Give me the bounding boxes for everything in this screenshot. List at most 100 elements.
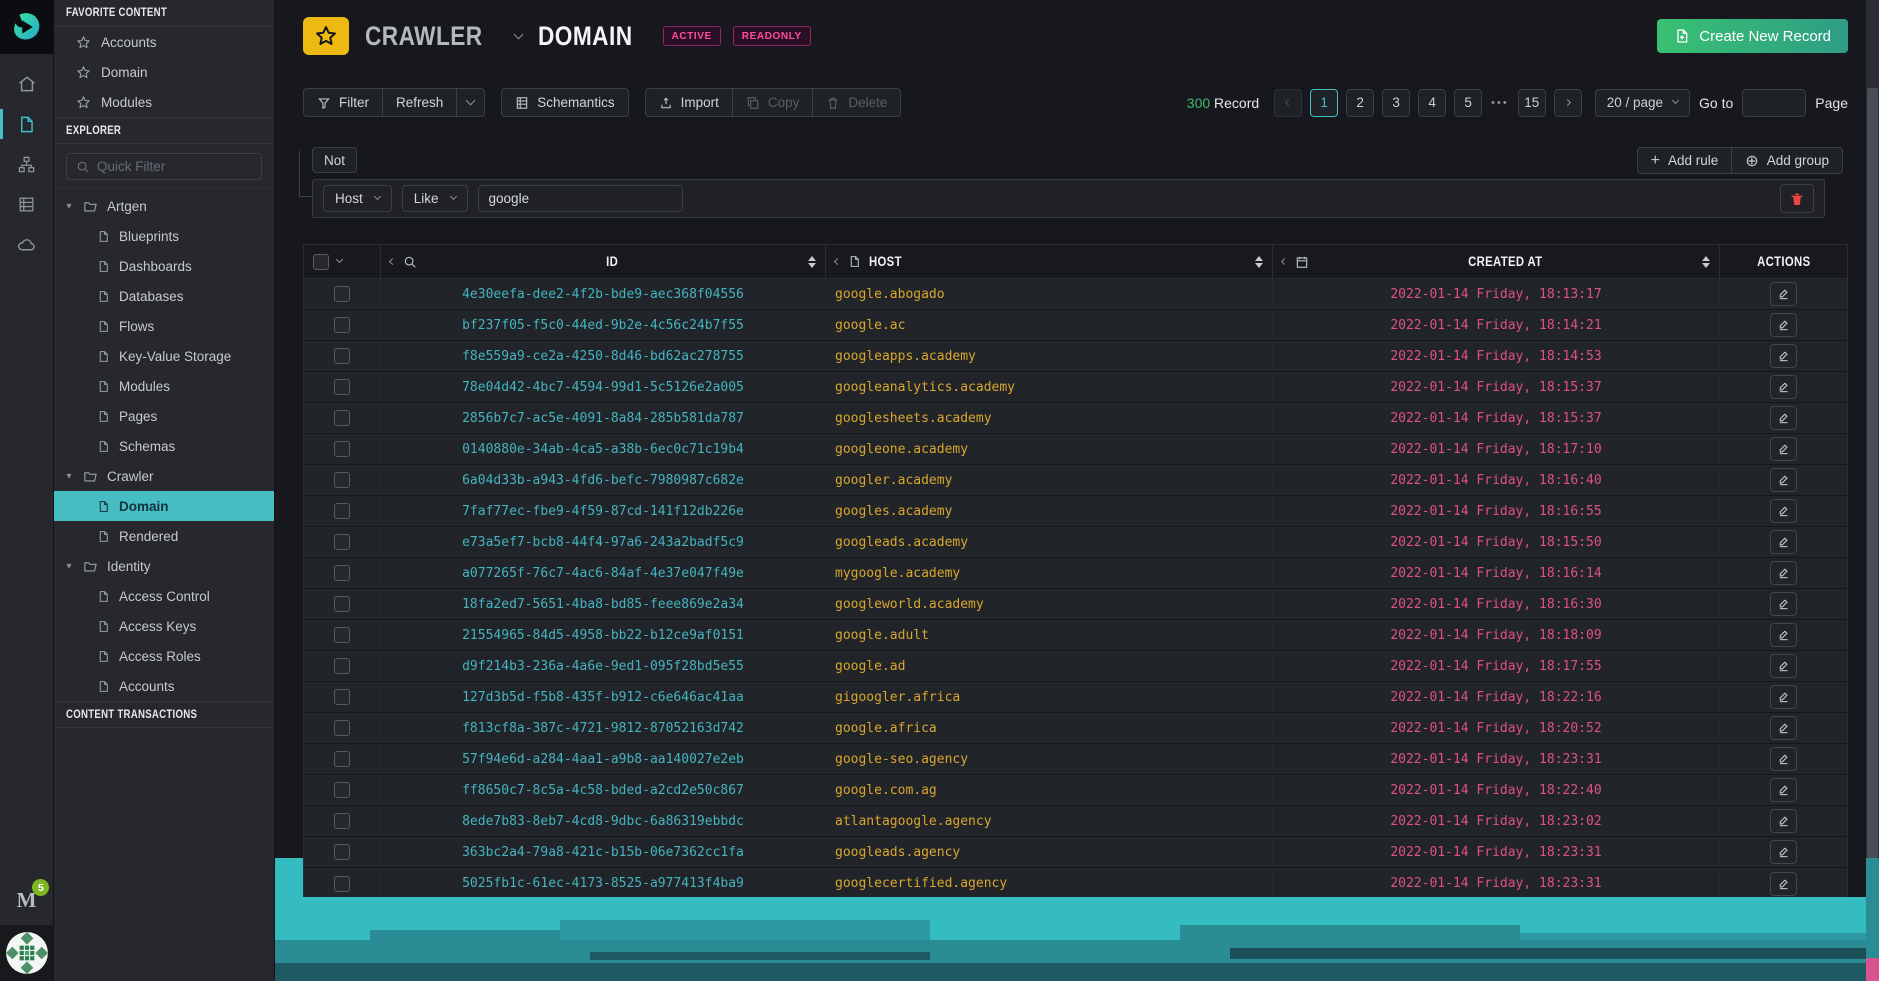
rail-home-icon[interactable] <box>0 64 53 104</box>
chevron-left-icon[interactable] <box>1281 258 1288 265</box>
tree-folder-identity[interactable]: ▾Identity <box>54 551 274 581</box>
caret-down-icon[interactable]: ▾ <box>64 201 74 212</box>
pagination-ellipsis[interactable]: ••• <box>1490 97 1510 109</box>
column-header-id[interactable]: ID <box>381 245 826 278</box>
tree-item-pages[interactable]: Pages <box>54 401 274 431</box>
edit-record-button[interactable] <box>1770 313 1797 337</box>
page-button-4[interactable]: 4 <box>1418 89 1446 117</box>
sort-icon[interactable] <box>808 256 816 268</box>
row-id[interactable]: bf237f05-f5c0-44ed-9b2e-4c56c24b7f55 <box>462 318 744 333</box>
edit-record-button[interactable] <box>1770 592 1797 616</box>
row-checkbox[interactable] <box>334 379 350 395</box>
row-id[interactable]: 21554965-84d5-4958-bb22-b12ce9af0151 <box>462 628 744 643</box>
filter-field-select[interactable]: Host <box>323 185 392 212</box>
tree-item-domain[interactable]: Domain <box>54 491 274 521</box>
tree-item-flows[interactable]: Flows <box>54 311 274 341</box>
row-id[interactable]: 6a04d33b-a943-4fd6-befc-7980987c682e <box>462 473 744 488</box>
row-host[interactable]: googleworld.academy <box>835 597 984 612</box>
edit-record-button[interactable] <box>1770 872 1797 896</box>
edit-record-button[interactable] <box>1770 375 1797 399</box>
row-checkbox[interactable] <box>334 534 350 550</box>
tree-item-access-roles[interactable]: Access Roles <box>54 641 274 671</box>
page-button-3[interactable]: 3 <box>1382 89 1410 117</box>
create-new-record-button[interactable]: Create New Record <box>1657 19 1848 53</box>
favorite-toggle-button[interactable] <box>303 17 349 55</box>
copy-button[interactable]: Copy <box>732 88 814 117</box>
row-host[interactable]: googleads.agency <box>835 845 960 860</box>
add-rule-button[interactable]: +Add rule <box>1637 147 1733 174</box>
tree-item-modules[interactable]: Modules <box>54 371 274 401</box>
row-host[interactable]: google.ac <box>835 318 905 333</box>
chevron-left-icon[interactable] <box>389 258 396 265</box>
row-host[interactable]: google.abogado <box>835 287 945 302</box>
row-host[interactable]: googler.academy <box>835 473 952 488</box>
row-host[interactable]: googleone.academy <box>835 442 968 457</box>
row-host[interactable]: googleanalytics.academy <box>835 380 1015 395</box>
edit-record-button[interactable] <box>1770 778 1797 802</box>
row-id[interactable]: 78e04d42-4bc7-4594-99d1-5c5126e2a005 <box>462 380 744 395</box>
page-button-2[interactable]: 2 <box>1346 89 1374 117</box>
quick-filter-input[interactable] <box>97 159 247 174</box>
page-button-15[interactable]: 15 <box>1518 89 1546 117</box>
filter-button[interactable]: Filter <box>303 88 383 117</box>
favorite-item-accounts[interactable]: Accounts <box>54 27 274 57</box>
row-id[interactable]: d9f214b3-236a-4a6e-9ed1-095f28bd5e55 <box>462 659 744 674</box>
row-id[interactable]: 7faf77ec-fbe9-4f59-87cd-141f12db226e <box>462 504 744 519</box>
tree-item-access-control[interactable]: Access Control <box>54 581 274 611</box>
row-host[interactable]: google.com.ag <box>835 783 937 798</box>
row-checkbox[interactable] <box>334 317 350 333</box>
workspace-m-icon[interactable]: M 5 <box>17 888 37 913</box>
tree-item-access-keys[interactable]: Access Keys <box>54 611 274 641</box>
user-avatar[interactable] <box>6 932 48 974</box>
chevron-left-icon[interactable] <box>834 258 841 265</box>
tree-folder-crawler[interactable]: ▾Crawler <box>54 461 274 491</box>
edit-record-button[interactable] <box>1770 499 1797 523</box>
row-id[interactable]: 18fa2ed7-5651-4ba8-bd85-feee869e2a34 <box>462 597 744 612</box>
row-checkbox[interactable] <box>334 844 350 860</box>
edit-record-button[interactable] <box>1770 530 1797 554</box>
row-id[interactable]: e73a5ef7-bcb8-44f4-97a6-243a2badf5c9 <box>462 535 744 550</box>
delete-button[interactable]: Delete <box>812 88 901 117</box>
column-header-host[interactable]: HOST <box>826 245 1273 278</box>
chevron-down-icon[interactable] <box>336 256 343 263</box>
import-button[interactable]: Import <box>645 88 733 117</box>
page-button-5[interactable]: 5 <box>1454 89 1482 117</box>
row-id[interactable]: 8ede7b83-8eb7-4cd8-9dbc-6a86319ebbdc <box>462 814 744 829</box>
row-id[interactable]: ff8650c7-8c5a-4c58-bded-a2cd2e50c867 <box>462 783 744 798</box>
row-checkbox[interactable] <box>334 627 350 643</box>
row-id[interactable]: 57f94e6d-a284-4aa1-a9b8-aa140027e2eb <box>462 752 744 767</box>
row-checkbox[interactable] <box>334 876 350 892</box>
edit-record-button[interactable] <box>1770 840 1797 864</box>
edit-record-button[interactable] <box>1770 437 1797 461</box>
edit-record-button[interactable] <box>1770 654 1797 678</box>
row-checkbox[interactable] <box>334 503 350 519</box>
row-host[interactable]: googlecertified.agency <box>835 876 1007 891</box>
row-host[interactable]: atlantagoogle.agency <box>835 814 992 829</box>
page-button-1[interactable]: 1 <box>1310 89 1338 117</box>
row-checkbox[interactable] <box>334 472 350 488</box>
row-id[interactable]: 4e30eefa-dee2-4f2b-bde9-aec368f04556 <box>462 287 744 302</box>
row-host[interactable]: googles.academy <box>835 504 952 519</box>
row-checkbox[interactable] <box>334 410 350 426</box>
row-checkbox[interactable] <box>334 286 350 302</box>
row-host[interactable]: google.ad <box>835 659 905 674</box>
sort-icon[interactable] <box>1702 256 1710 268</box>
caret-down-icon[interactable]: ▾ <box>64 471 74 482</box>
edit-record-button[interactable] <box>1770 809 1797 833</box>
row-host[interactable]: googleapps.academy <box>835 349 976 364</box>
rail-cloud-icon[interactable] <box>0 224 53 264</box>
row-id[interactable]: 363bc2a4-79a8-421c-b15b-06e7362cc1fa <box>462 845 744 860</box>
edit-record-button[interactable] <box>1770 561 1797 585</box>
edit-record-button[interactable] <box>1770 282 1797 306</box>
tree-item-accounts[interactable]: Accounts <box>54 671 274 701</box>
tree-item-databases[interactable]: Databases <box>54 281 274 311</box>
row-id[interactable]: 5025fb1c-61ec-4173-8525-a977413f4ba9 <box>462 876 744 891</box>
rail-flows-icon[interactable] <box>0 144 53 184</box>
add-group-button[interactable]: ⊕Add group <box>1731 147 1843 174</box>
not-toggle-button[interactable]: Not <box>312 147 357 173</box>
next-page-button[interactable] <box>1554 89 1582 117</box>
edit-record-button[interactable] <box>1770 468 1797 492</box>
tree-item-blueprints[interactable]: Blueprints <box>54 221 274 251</box>
refresh-button[interactable]: Refresh <box>382 88 457 117</box>
row-host[interactable]: googleads.academy <box>835 535 968 550</box>
